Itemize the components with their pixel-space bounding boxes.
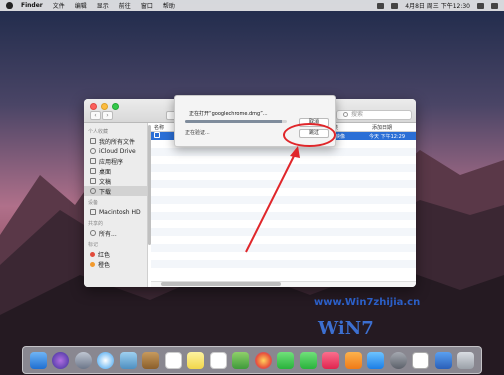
app-store-icon[interactable] xyxy=(367,351,385,369)
contacts-icon[interactable] xyxy=(142,351,160,369)
ibooks-icon[interactable] xyxy=(344,351,362,369)
annotation-arrow xyxy=(245,146,300,253)
facetime-icon[interactable] xyxy=(299,351,317,369)
trash-icon[interactable] xyxy=(457,351,475,369)
watermark-url: www.Win7zhijia.cn xyxy=(314,297,421,308)
calendar-icon[interactable] xyxy=(164,351,182,369)
system-preferences-icon[interactable] xyxy=(389,351,407,369)
reminders-icon[interactable] xyxy=(209,351,227,369)
dock xyxy=(22,346,482,374)
maps-icon[interactable] xyxy=(232,351,250,369)
launchpad-icon[interactable] xyxy=(74,351,92,369)
messages-icon[interactable] xyxy=(277,351,295,369)
itunes-icon[interactable] xyxy=(322,351,340,369)
finder-icon[interactable] xyxy=(29,351,47,369)
watermark-logo: WiN7 xyxy=(318,318,374,339)
notes-icon[interactable] xyxy=(187,351,205,369)
siri-icon[interactable] xyxy=(52,351,70,369)
downloads-stack-icon[interactable] xyxy=(434,351,452,369)
safari-icon[interactable] xyxy=(97,351,115,369)
mail-icon[interactable] xyxy=(119,351,137,369)
photos-icon[interactable] xyxy=(254,351,272,369)
preview-icon[interactable] xyxy=(412,351,430,369)
